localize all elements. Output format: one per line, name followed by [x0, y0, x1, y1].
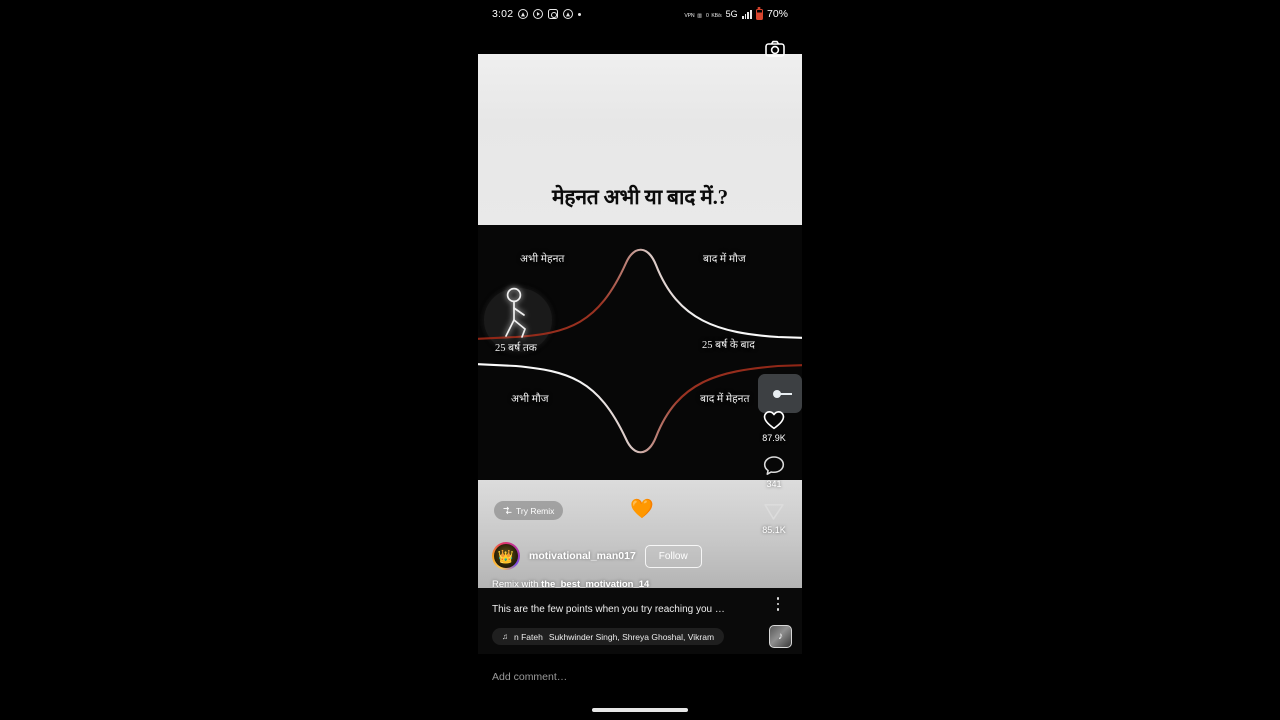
- comment-button[interactable]: 341: [763, 455, 785, 489]
- chart-label-mid-right: 25 बर्ष के बाद: [702, 340, 755, 351]
- data-rate-value: 0: [705, 12, 709, 19]
- chart-label-top-right: बाद में मौज: [703, 254, 746, 265]
- status-bar-left: 3:02: [492, 8, 582, 20]
- network-type-label: 5G: [725, 9, 738, 19]
- comment-count: 341: [766, 479, 782, 489]
- try-remix-label: Try Remix: [516, 505, 555, 516]
- music-title: n Fateh: [514, 631, 543, 642]
- remix-credit-prefix: Remix with: [492, 579, 542, 588]
- comment-bubble-icon: [763, 456, 785, 475]
- like-count: 87.9K: [762, 433, 786, 443]
- chart-label-mid-left: 25 बर्ष तक: [495, 343, 537, 354]
- status-bar-right: VPN ▥ 0 KB/s 5G 70%: [684, 8, 788, 20]
- avatar[interactable]: 👑: [492, 542, 520, 570]
- like-button[interactable]: 87.9K: [762, 410, 786, 443]
- caption-text[interactable]: This are the few points when you try rea…: [492, 604, 725, 615]
- vpn-label: VPN: [684, 12, 695, 19]
- music-artists: Sukhwinder Singh, Shreya Ghoshal, Vikram: [548, 631, 715, 642]
- status-bar: 3:02 VPN ▥ 0 KB/s 5G 70%: [478, 0, 802, 28]
- music-note-icon: ♫: [502, 632, 508, 641]
- remix-credit: Remix with the_best_motivation_14: [492, 579, 649, 588]
- heart-icon: [763, 411, 785, 430]
- action-rail: 87.9K 341 85.1K: [752, 410, 796, 547]
- kebab-menu-icon[interactable]: [771, 595, 785, 613]
- share-count: 85.1K: [762, 525, 786, 535]
- chart-label-bottom-left: अभी मौज: [511, 394, 549, 405]
- data-rate-unit: KB/s: [711, 12, 722, 19]
- home-indicator: [592, 708, 688, 712]
- album-art-icon[interactable]: ♪: [769, 625, 792, 648]
- data-rate-indicator: 0 KB/s: [706, 9, 722, 20]
- send-paper-plane-icon: [764, 504, 784, 520]
- avatar-image: 👑: [494, 544, 518, 568]
- scroll-handle[interactable]: [758, 374, 802, 413]
- add-comment-placeholder[interactable]: Add comment…: [492, 671, 567, 683]
- dot-icon: [578, 12, 582, 16]
- caption-strip: This are the few points when you try rea…: [478, 588, 802, 654]
- music-info-pill[interactable]: ♫ n Fateh Sukhwinder Singh, Shreya Ghosh…: [492, 628, 725, 645]
- username-label[interactable]: motivational_man017: [529, 550, 636, 562]
- notification-triangle-icon: [518, 9, 529, 19]
- follow-button-label: Follow: [658, 550, 688, 562]
- try-remix-button[interactable]: Try Remix: [494, 501, 564, 520]
- chart-label-top-left: अभी मेहनत: [520, 254, 565, 265]
- user-row: 👑 motivational_man017 Follow: [492, 542, 702, 570]
- screen-root: 3:02 VPN ▥ 0 KB/s 5G 70% मेहनत अभी या बा…: [0, 0, 1280, 720]
- status-bar-clock: 3:02: [492, 8, 514, 20]
- instagram-icon: [548, 9, 559, 19]
- media-top-panel: मेहनत अभी या बाद में.?: [478, 54, 802, 225]
- remix-shuffle-icon: [503, 506, 512, 515]
- follow-button[interactable]: Follow: [644, 544, 702, 568]
- chart-label-bottom-right: बाद में मेहनत: [700, 394, 750, 405]
- notification-triangle-icon: [563, 9, 574, 19]
- share-button[interactable]: 85.1K: [762, 501, 786, 535]
- phone-viewport: 3:02 VPN ▥ 0 KB/s 5G 70% मेहनत अभी या बा…: [478, 0, 802, 720]
- scroll-handle-knob[interactable]: [773, 390, 792, 398]
- camera-icon[interactable]: [765, 40, 785, 57]
- signal-bars-icon: [741, 9, 752, 19]
- battery-percent-label: 70%: [766, 8, 788, 20]
- play-circle-icon: [533, 9, 544, 19]
- comment-bar[interactable]: Add comment…: [478, 654, 802, 700]
- remix-credit-user[interactable]: the_best_motivation_14: [541, 579, 649, 588]
- reaction-emoji[interactable]: 🧡: [630, 500, 654, 519]
- vpn-icon: VPN ▥: [684, 12, 702, 19]
- battery-icon: [755, 8, 763, 20]
- post-headline: मेहनत अभी या बाद में.?: [552, 185, 728, 209]
